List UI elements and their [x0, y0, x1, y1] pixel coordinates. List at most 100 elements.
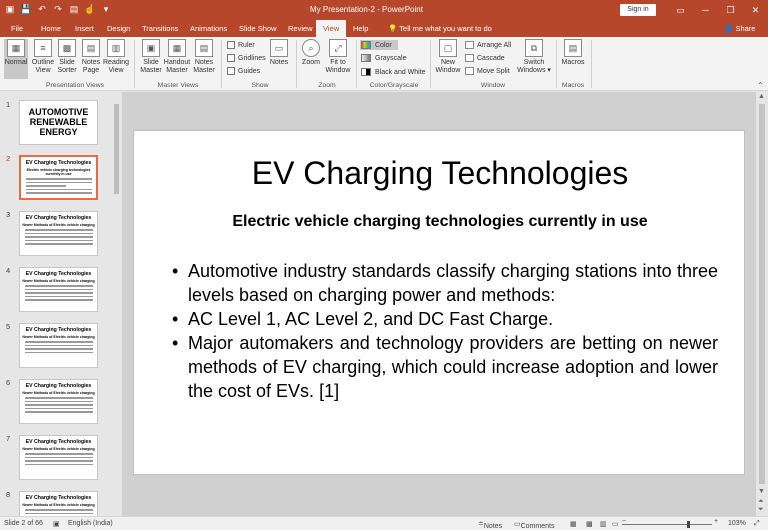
slide-scrollbar[interactable]: ▲ ▼ ⏶ ⏷: [756, 92, 768, 516]
show-group-title: Show: [251, 82, 269, 89]
minimize-icon[interactable]: ─: [693, 2, 718, 18]
slide-thumbnail-2[interactable]: EV Charging Technologies Electric vehicl…: [19, 155, 98, 200]
slide-title[interactable]: EV Charging Technologies: [134, 155, 746, 192]
current-slide[interactable]: EV Charging Technologies Electric vehicl…: [133, 130, 745, 475]
customize-qat-icon[interactable]: ▾: [100, 3, 112, 16]
share-button[interactable]: 👤 Share: [724, 24, 755, 33]
switch-windows-button[interactable]: ⧉ Switch Windows ▾: [517, 39, 551, 75]
thumb-text-line: [25, 285, 93, 287]
tab-home[interactable]: Home: [41, 24, 61, 33]
zoom-in-icon[interactable]: +: [714, 518, 718, 525]
macros-button[interactable]: ▤ Macros: [560, 39, 586, 67]
tab-view[interactable]: View: [316, 20, 347, 37]
fit-to-window-button[interactable]: ⤢ Fit to Window: [324, 39, 352, 75]
handout-master-button[interactable]: ▦ Handout Master: [163, 39, 191, 75]
outline-view-button[interactable]: ≡ Outline View: [30, 39, 56, 75]
notes-status-button[interactable]: ≐ Notes: [478, 520, 502, 530]
spell-check-icon[interactable]: ▣: [53, 520, 60, 528]
slide-thumbnail-7[interactable]: EV Charging Technologies Newer Methods o…: [19, 435, 98, 480]
previous-slide-icon[interactable]: ⏶: [758, 498, 764, 506]
zoom-button[interactable]: ⌕ Zoom: [300, 39, 322, 67]
save-icon[interactable]: 💾: [20, 3, 32, 16]
notes-master-icon: ▤: [195, 39, 213, 57]
cascade-button[interactable]: Cascade: [465, 54, 505, 62]
tab-review[interactable]: Review: [288, 24, 313, 33]
bullet-item: Major automakers and technology provider…: [172, 331, 718, 403]
slide-thumbnail-4[interactable]: EV Charging Technologies Newer Methods o…: [19, 267, 98, 312]
notes-page-label-2: Page: [82, 67, 100, 74]
tab-design[interactable]: Design: [107, 24, 130, 33]
tab-insert[interactable]: Insert: [75, 24, 94, 33]
move-split-button[interactable]: Move Split: [465, 67, 510, 75]
notes-master-button[interactable]: ▤ Notes Master: [192, 39, 216, 75]
ruler-checkbox[interactable]: Ruler: [227, 41, 255, 49]
black-and-white-button[interactable]: Black and White: [361, 68, 426, 76]
zoom-slider[interactable]: [622, 524, 712, 525]
tell-me-search[interactable]: 💡 Tell me what you want to do: [388, 24, 492, 33]
arrange-all-button[interactable]: Arrange All: [465, 41, 511, 49]
color-button[interactable]: Color: [360, 40, 398, 50]
grayscale-label: Grayscale: [375, 54, 407, 62]
scroll-up-icon[interactable]: ▲: [758, 93, 765, 100]
slide-thumbnail-3[interactable]: EV Charging Technologies Newer Methods o…: [19, 211, 98, 256]
thumb-subtitle: Newer Methods of Electric vehicle chargi…: [22, 447, 95, 451]
collapse-ribbon-icon[interactable]: ⌃: [757, 81, 764, 90]
tab-transitions[interactable]: Transitions: [142, 24, 178, 33]
sign-in-button[interactable]: Sign in: [620, 4, 656, 16]
thumb-text-line: [25, 404, 93, 406]
new-window-label-1: New: [440, 59, 455, 66]
normal-view-status-icon[interactable]: ▦: [570, 520, 577, 528]
zoom-level[interactable]: 103%: [728, 520, 746, 527]
slide-master-button[interactable]: ▣ Slide Master: [139, 39, 163, 75]
slide-thumbnail-6[interactable]: EV Charging Technologies Newer Methods o…: [19, 379, 98, 424]
reading-view-button[interactable]: ▥ Reading View: [103, 39, 129, 75]
tab-slide-show[interactable]: Slide Show: [239, 24, 277, 33]
notes-toggle-button[interactable]: ▭ Notes: [268, 39, 290, 67]
slide-sorter-status-icon[interactable]: ▩: [586, 520, 593, 528]
grayscale-swatch-icon: [361, 54, 371, 62]
thumb-text-line: [25, 288, 93, 290]
thumbnail-scrollbar[interactable]: [112, 92, 121, 516]
tab-file[interactable]: File: [11, 24, 23, 33]
slide-thumbnail-8[interactable]: EV Charging Technologies Newer Methods o…: [19, 491, 98, 516]
tab-help[interactable]: Help: [353, 24, 368, 33]
gridlines-checkbox[interactable]: Gridlines: [227, 54, 266, 62]
grayscale-button[interactable]: Grayscale: [361, 54, 407, 62]
thumbnail-scrollbar-thumb[interactable]: [114, 104, 119, 194]
fit-slide-icon[interactable]: ⤢: [754, 520, 760, 528]
close-icon[interactable]: ✕: [743, 2, 768, 18]
touch-mode-icon[interactable]: ☝: [84, 3, 96, 16]
slide-thumbnail-pane: 1 AUTOMOTIVE RENEWABLE ENERGY 2 EV Charg…: [0, 92, 122, 516]
thumb-text-line: [25, 232, 93, 234]
black-and-white-label: Black and White: [375, 68, 426, 76]
normal-view-button[interactable]: ▦ Normal: [4, 39, 28, 79]
comments-status-button[interactable]: ▭ Comments: [514, 520, 554, 530]
tab-animations[interactable]: Animations: [190, 24, 227, 33]
ribbon: ▦ Normal ≡ Outline View ▩ Slide Sorter ▤…: [0, 37, 768, 91]
reading-view-status-icon[interactable]: ▥: [600, 520, 607, 528]
slide-scrollbar-thumb[interactable]: [759, 104, 765, 484]
slide-subtitle[interactable]: Electric vehicle charging technologies c…: [134, 213, 746, 231]
slide-thumbnail-5[interactable]: EV Charging Technologies Newer Methods o…: [19, 323, 98, 368]
group-separator: [556, 40, 557, 88]
language-indicator[interactable]: English (India): [68, 520, 113, 527]
group-separator: [296, 40, 297, 88]
scroll-down-icon[interactable]: ▼: [758, 488, 765, 495]
ribbon-display-options-icon[interactable]: ▭: [668, 2, 693, 18]
macros-icon: ▤: [564, 39, 582, 57]
redo-icon[interactable]: ↷: [52, 3, 64, 16]
guides-checkbox[interactable]: Guides: [227, 67, 260, 75]
restore-icon[interactable]: ❐: [718, 2, 743, 18]
notes-toggle-label: Notes: [269, 59, 289, 66]
new-window-button[interactable]: ▢ New Window: [434, 39, 462, 75]
slide-sorter-button[interactable]: ▩ Slide Sorter: [56, 39, 78, 75]
present-icon[interactable]: ▤: [68, 3, 80, 16]
slide-thumbnail-1[interactable]: AUTOMOTIVE RENEWABLE ENERGY: [19, 100, 98, 145]
slideshow-status-icon[interactable]: ▭: [612, 520, 619, 528]
notes-page-button[interactable]: ▤ Notes Page: [79, 39, 103, 75]
slide-bullet-list[interactable]: Automotive industry standards classify c…: [172, 259, 718, 403]
zoom-slider-thumb[interactable]: [686, 521, 690, 528]
autosave-icon[interactable]: ▣: [4, 3, 16, 16]
next-slide-icon[interactable]: ⏷: [758, 506, 764, 514]
undo-icon[interactable]: ↶: [36, 3, 48, 16]
